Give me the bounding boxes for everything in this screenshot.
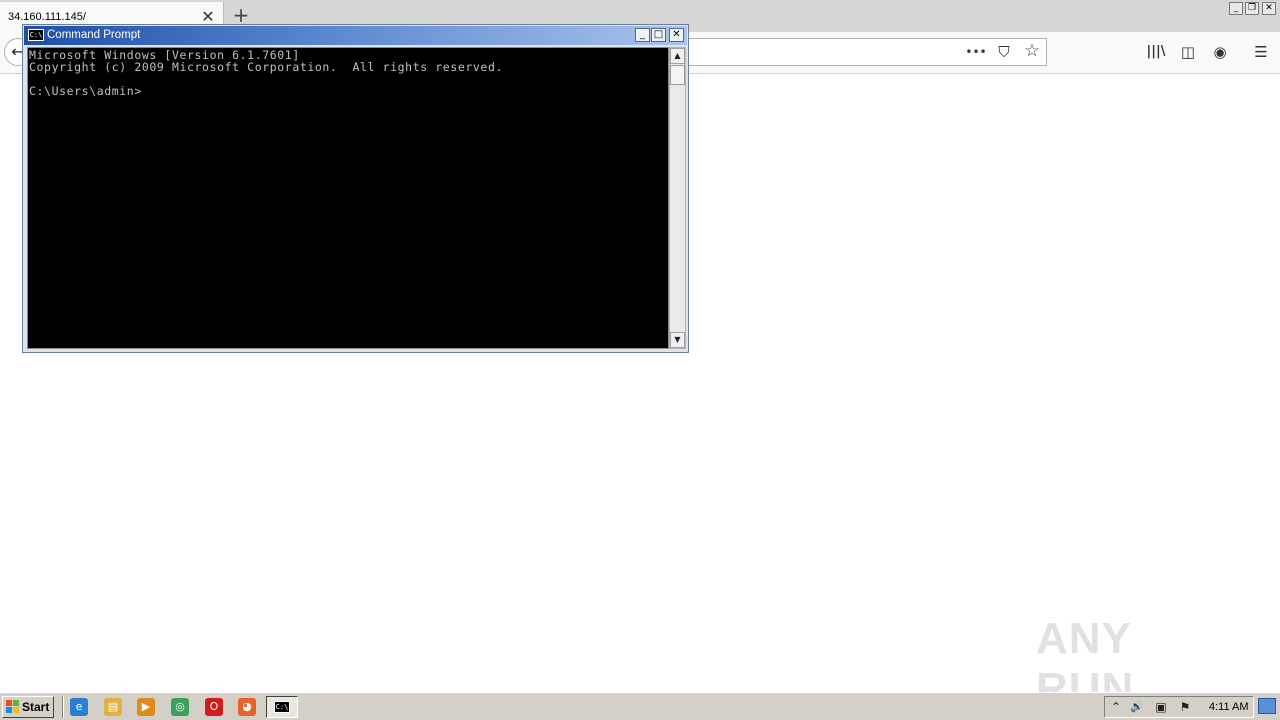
start-label: Start	[22, 700, 50, 714]
console-scrollbar[interactable]: ▲ ▼	[669, 47, 686, 349]
system-tray: ⌃ 🔊 ▣ ⚑ 4:11 AM	[1104, 696, 1254, 718]
taskbar-command-prompt-button[interactable]: C:\	[266, 696, 298, 718]
anyrun-watermark: ANY RUN	[1036, 608, 1236, 713]
cmd-minimize-button[interactable]: _	[635, 28, 650, 42]
console-prompt: C:\Users\admin>	[29, 84, 142, 98]
pocket-icon[interactable]: ⛉	[993, 42, 1015, 62]
bookmark-star-icon[interactable]: ☆	[1021, 41, 1043, 61]
firefox-icon[interactable]: ◕	[238, 698, 256, 716]
taskbar: Start e ▤ ▶ ◎ O ◕ C:\ ⌃ 🔊 ▣ ⚑ 4:11 AM	[0, 692, 1280, 720]
start-button[interactable]: Start	[2, 696, 54, 718]
sidebar-icon[interactable]: ◫	[1177, 42, 1199, 62]
library-icon[interactable]: |||\	[1145, 42, 1167, 62]
command-prompt-icon: C:\	[28, 29, 44, 41]
new-tab-icon[interactable]: +	[231, 4, 251, 26]
browser-close-button[interactable]: ✕	[1262, 2, 1276, 15]
taskbar-separator	[62, 696, 64, 718]
volume-icon[interactable]: 🔊	[1129, 700, 1145, 714]
internet-explorer-icon[interactable]: e	[70, 698, 88, 716]
browser-minimize-button[interactable]: _	[1229, 2, 1243, 15]
media-player-icon[interactable]: ▶	[137, 698, 155, 716]
account-icon[interactable]: ◉	[1209, 42, 1231, 62]
clock[interactable]: 4:11 AM	[1209, 701, 1249, 713]
console-line: Copyright (c) 2009 Microsoft Corporation…	[29, 60, 503, 74]
file-explorer-icon[interactable]: ▤	[104, 698, 122, 716]
scroll-thumb[interactable]	[670, 65, 685, 85]
windows-logo-icon	[6, 700, 19, 713]
cmd-maximize-button[interactable]: □	[651, 28, 666, 42]
page-actions-icon[interactable]: •••	[965, 42, 987, 62]
show-desktop-icon[interactable]	[1258, 698, 1276, 714]
scroll-down-icon[interactable]: ▼	[670, 332, 685, 348]
command-prompt-icon: C:\	[274, 701, 290, 713]
show-hidden-icons-icon[interactable]: ⌃	[1108, 700, 1124, 714]
menu-icon[interactable]: ☰	[1250, 42, 1272, 62]
cmd-close-button[interactable]: ✕	[669, 28, 684, 42]
chrome-icon[interactable]: ◎	[171, 698, 189, 716]
action-center-flag-icon[interactable]: ⚑	[1177, 700, 1193, 714]
command-prompt-window[interactable]: C:\ Command Prompt _ □ ✕ Microsoft Windo…	[22, 24, 689, 353]
console-output[interactable]: Microsoft Windows [Version 6.1.7601] Cop…	[27, 47, 669, 349]
command-prompt-title: Command Prompt	[47, 29, 141, 41]
browser-restore-button[interactable]: ❐	[1245, 2, 1259, 15]
tab-title: 34.160.111.145/	[8, 11, 86, 23]
opera-icon[interactable]: O	[205, 698, 223, 716]
network-icon[interactable]: ▣	[1153, 700, 1169, 714]
command-prompt-title-bar[interactable]: C:\ Command Prompt _ □ ✕	[24, 26, 687, 45]
scroll-up-icon[interactable]: ▲	[670, 48, 685, 64]
